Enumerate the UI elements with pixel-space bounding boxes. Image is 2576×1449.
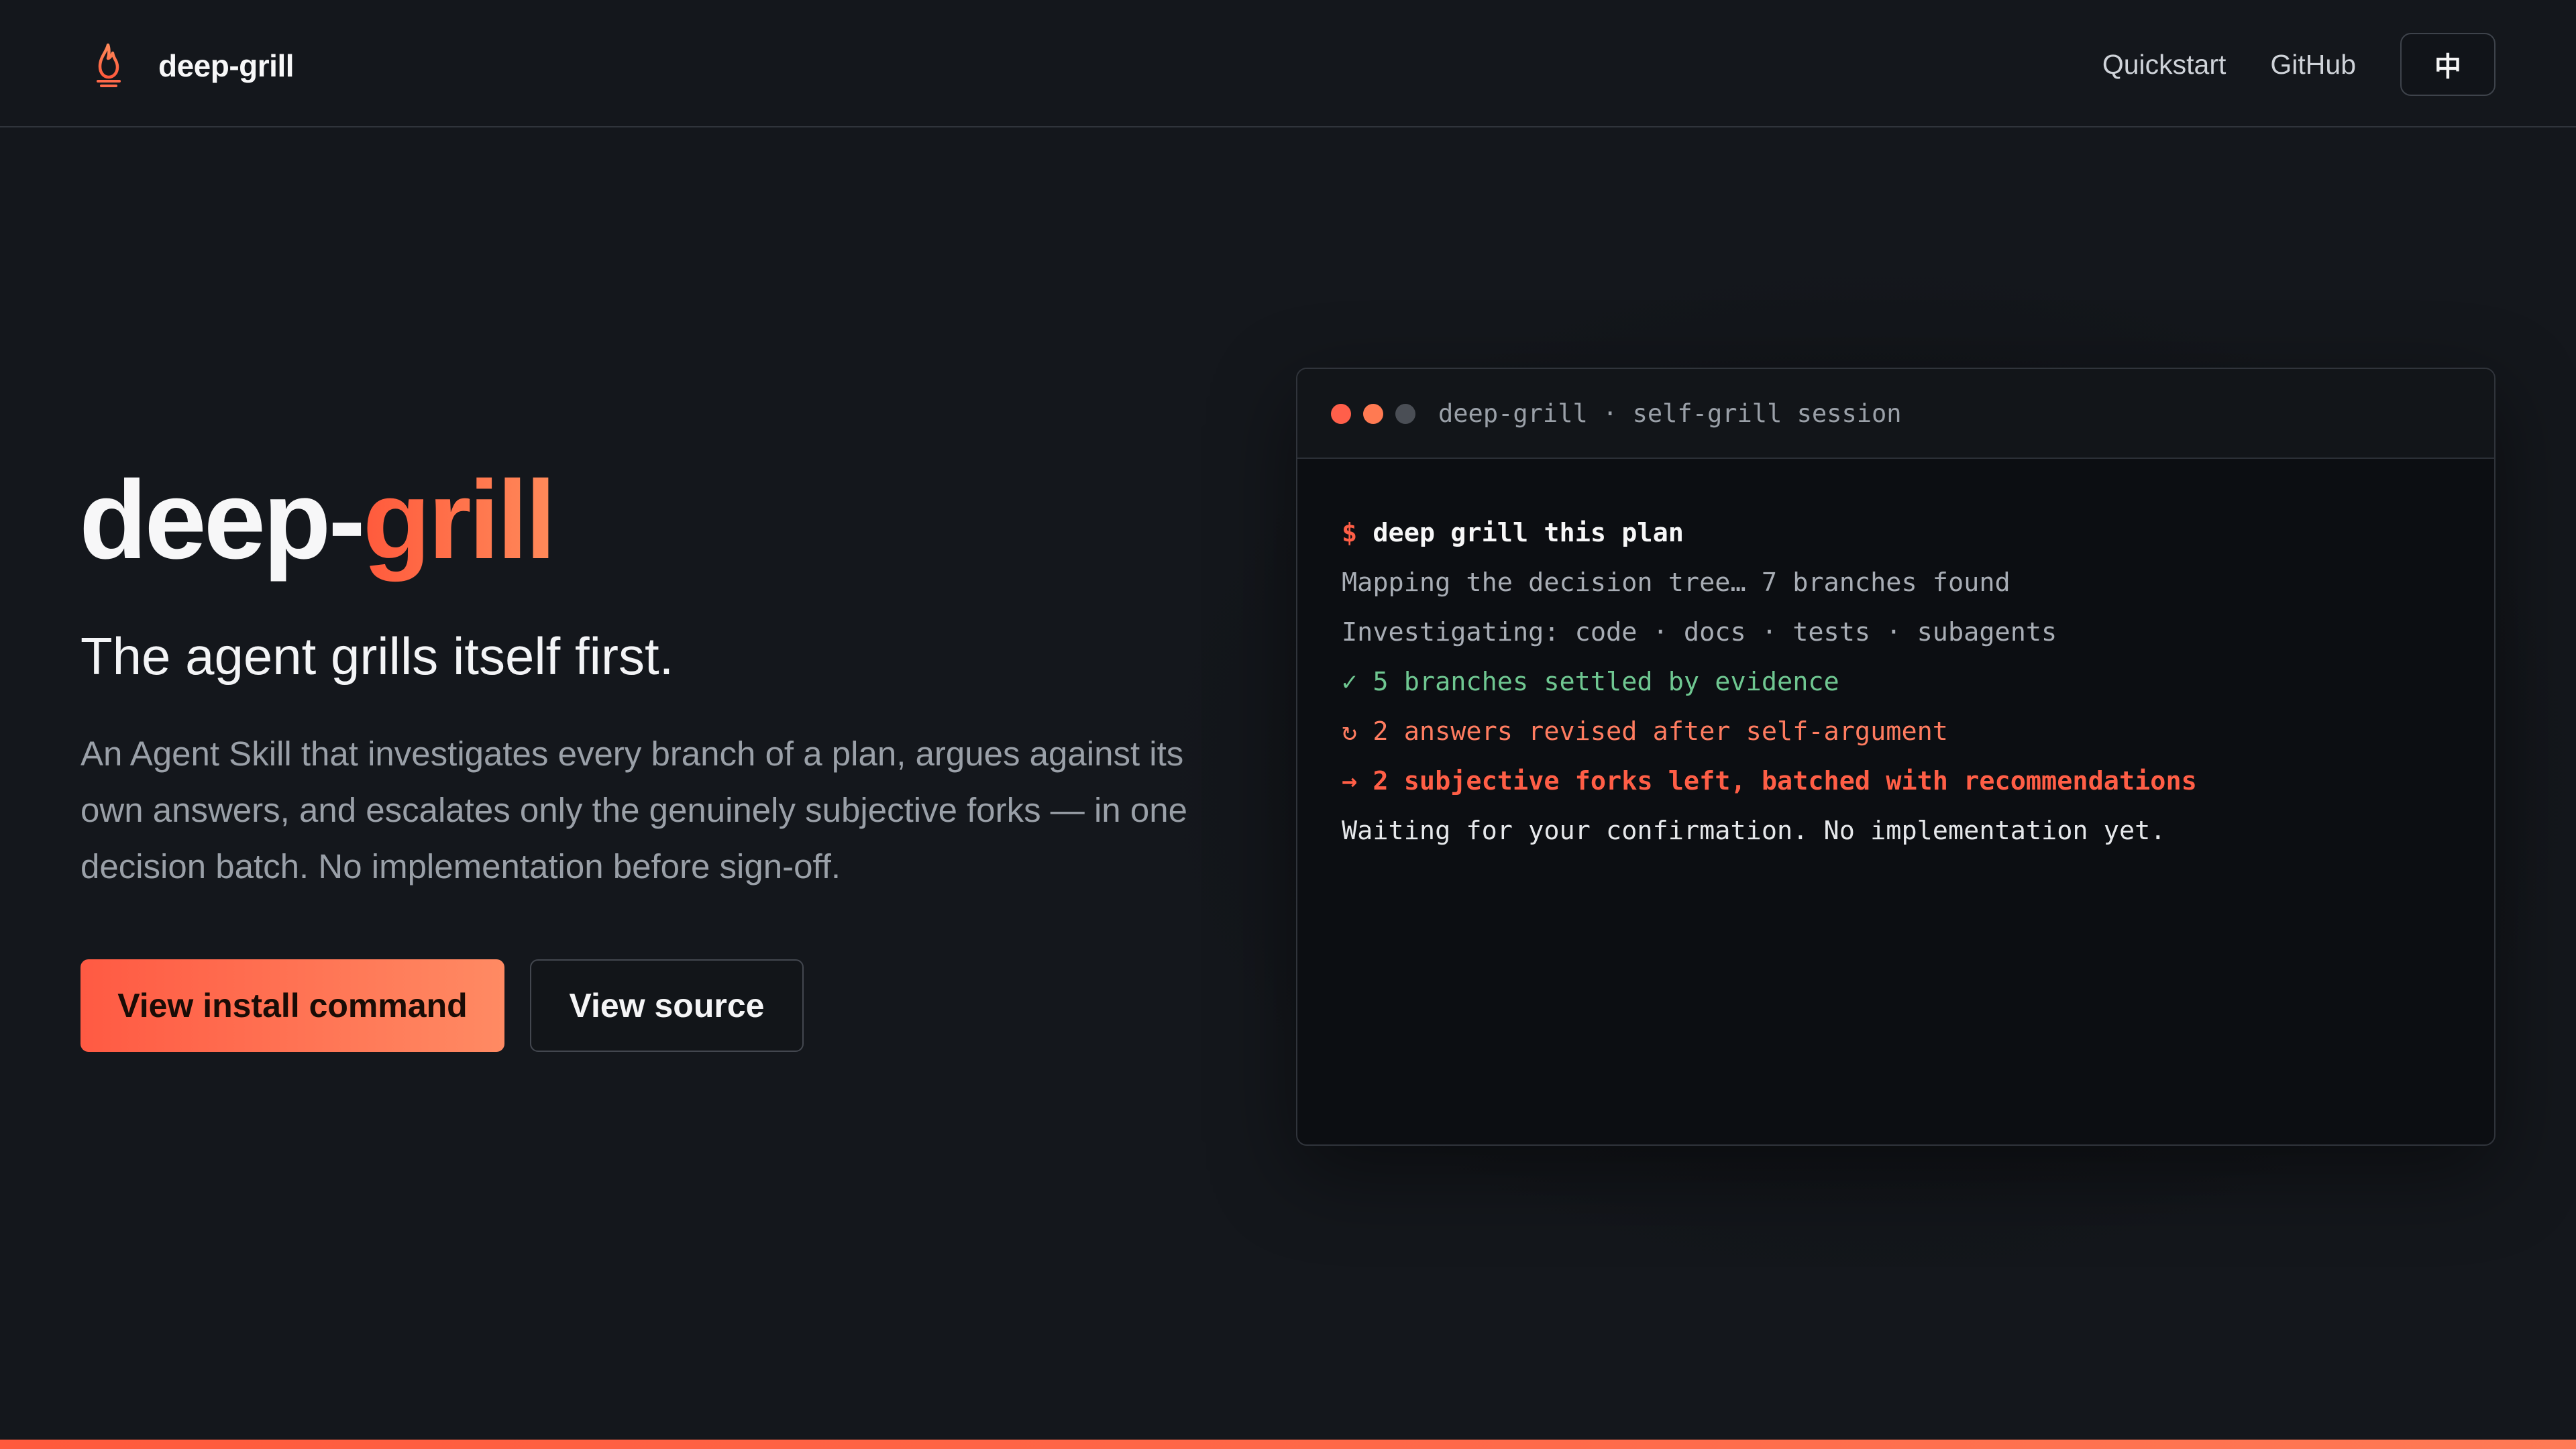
prompt-symbol: $ [1342,518,1358,548]
terminal-titlebar: deep-grill · self-grill session [1297,369,2494,459]
window-dot-orange-icon [1363,404,1383,424]
nav-link-quickstart[interactable]: Quickstart [2102,49,2226,80]
nav-link-github[interactable]: GitHub [2270,49,2356,80]
language-toggle-button[interactable]: 中 [2400,33,2496,96]
terminal-output-line: Mapping the decision tree… 7 branches fo… [1342,568,2010,598]
window-dot-gray-icon [1395,404,1415,424]
terminal-body: $ deep grill this plan Mapping the decis… [1342,508,2469,856]
hero-tagline: The agent grills itself first. [80,627,674,686]
terminal-output-line-waiting: Waiting for your confirmation. No implem… [1342,816,2166,846]
hero-title-accent: grill [362,458,556,582]
terminal-window: deep-grill · self-grill session $ deep g… [1296,368,2496,1146]
terminal-command: deep grill this plan [1373,518,1684,548]
terminal-output-line: Investigating: code · docs · tests · sub… [1342,617,2057,647]
hero-description: An Agent Skill that investigates every b… [80,735,1187,885]
terminal-title: deep-grill · self-grill session [1438,399,1902,428]
terminal-command-line: $ deep grill this plan [1342,508,2469,558]
landing-page: deep-grill Quickstart GitHub 中 deep-gril… [0,0,2576,1449]
window-dot-red-icon [1331,404,1351,424]
flame-icon [87,39,130,93]
brand[interactable]: deep-grill [87,39,294,93]
top-nav: Quickstart GitHub 中 [2102,32,2496,97]
terminal-output-line-success: ✓ 5 branches settled by evidence [1342,667,1839,697]
terminal-output-line-forks: → 2 subjective forks left, batched with … [1342,766,2197,796]
hero-title-prefix: deep- [79,458,366,582]
site-header: deep-grill Quickstart GitHub 中 [0,0,2576,127]
bottom-accent-bar [0,1440,2576,1449]
brand-name: deep-grill [158,48,294,83]
terminal-output-line-revised: ↻ 2 answers revised after self-argument [1342,716,1948,747]
hero-title: deep-grill [79,453,556,588]
view-install-command-button[interactable]: View install command [80,959,504,1052]
view-source-button[interactable]: View source [530,959,804,1052]
